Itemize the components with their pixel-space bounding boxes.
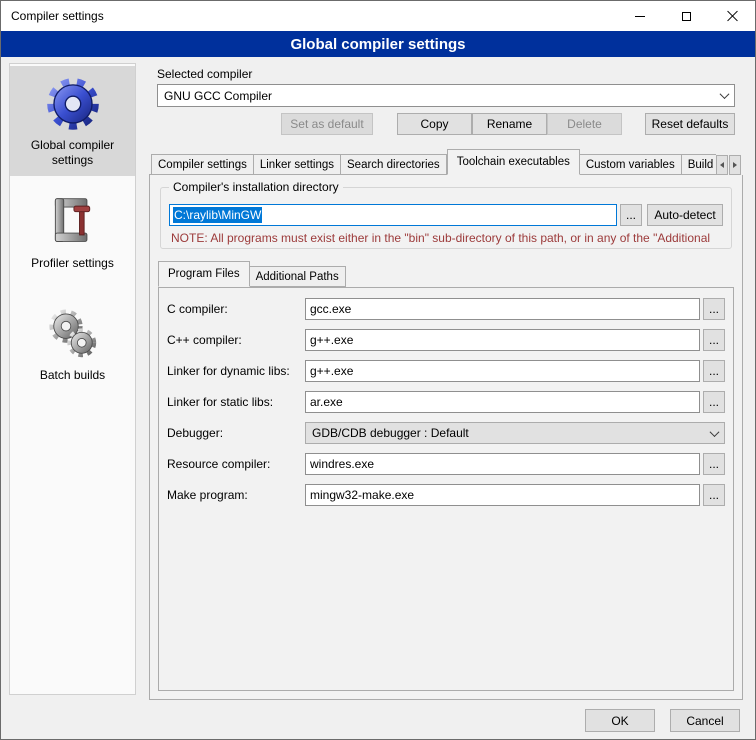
- sidebar-item-global-compiler-settings[interactable]: Global compiler settings: [10, 66, 135, 176]
- static-linker-label: Linker for static libs:: [167, 395, 305, 409]
- batch-builds-icon: [45, 306, 101, 362]
- maximize-button[interactable]: [663, 1, 709, 31]
- profiler-icon: [47, 192, 99, 250]
- resource-compiler-input[interactable]: [305, 453, 700, 475]
- tab-linker-settings[interactable]: Linker settings: [254, 154, 341, 175]
- compiler-combobox-value: GNU GCC Compiler: [164, 89, 272, 103]
- autodetect-button[interactable]: Auto-detect: [647, 204, 723, 226]
- install-dir-row: C:\raylib\MinGW ... Auto-detect: [169, 204, 723, 226]
- dynamic-linker-row: Linker for dynamic libs: ...: [167, 360, 725, 382]
- dialog-body: Global compiler settings: [1, 57, 755, 703]
- minimize-button[interactable]: [617, 1, 663, 31]
- compiler-combobox[interactable]: GNU GCC Compiler: [157, 84, 735, 107]
- static-linker-input[interactable]: [305, 391, 700, 413]
- tab-scroll-right-button[interactable]: [729, 155, 741, 175]
- ok-button[interactable]: OK: [585, 709, 655, 732]
- tab-search-directories[interactable]: Search directories: [341, 154, 447, 175]
- minimize-icon: [635, 16, 645, 17]
- window-title: Compiler settings: [1, 9, 104, 23]
- install-dir-browse-button[interactable]: ...: [620, 204, 642, 226]
- cpp-compiler-input[interactable]: [305, 329, 700, 351]
- chevron-down-icon: [705, 424, 723, 442]
- dynamic-linker-browse-button[interactable]: ...: [703, 360, 725, 382]
- sidebar-item-profiler-settings[interactable]: Profiler settings: [10, 184, 135, 290]
- reset-defaults-button[interactable]: Reset defaults: [645, 113, 735, 135]
- make-program-row: Make program: ...: [167, 484, 725, 506]
- tab-toolchain-executables[interactable]: Toolchain executables: [447, 149, 580, 175]
- resource-compiler-browse-button[interactable]: ...: [703, 453, 725, 475]
- triangle-left-icon: [720, 162, 724, 168]
- debugger-combobox-value: GDB/CDB debugger : Default: [312, 426, 469, 440]
- install-dir-selected-text: C:\raylib\MinGW: [173, 207, 262, 223]
- settings-tab-strip: Compiler settingsLinker settingsSearch d…: [151, 149, 743, 175]
- debugger-label: Debugger:: [167, 426, 305, 440]
- debugger-combobox[interactable]: GDB/CDB debugger : Default: [305, 422, 725, 444]
- static-linker-browse-button[interactable]: ...: [703, 391, 725, 413]
- make-program-browse-button[interactable]: ...: [703, 484, 725, 506]
- tab-program-files[interactable]: Program Files: [158, 261, 250, 287]
- debugger-row: Debugger: GDB/CDB debugger : Default: [167, 422, 725, 444]
- tab-scroll-left-button[interactable]: [716, 155, 728, 175]
- tab-scroll-buttons: [716, 154, 743, 175]
- set-as-default-button[interactable]: Set as default: [281, 113, 373, 135]
- c-compiler-row: C compiler: ...: [167, 298, 725, 320]
- titlebar: Compiler settings: [1, 1, 755, 31]
- main-panel: Selected compiler GNU GCC Compiler Set a…: [149, 57, 743, 703]
- maximize-icon: [682, 12, 691, 21]
- resource-compiler-label: Resource compiler:: [167, 457, 305, 471]
- c-compiler-input[interactable]: [305, 298, 700, 320]
- tab-additional-paths[interactable]: Additional Paths: [250, 266, 346, 287]
- c-compiler-browse-button[interactable]: ...: [703, 298, 725, 320]
- sidebar-item-label: Global compiler settings: [12, 138, 133, 168]
- sidebar-item-label: Profiler settings: [31, 256, 114, 271]
- install-dir-legend: Compiler's installation directory: [169, 180, 343, 194]
- sidebar-item-label: Batch builds: [40, 368, 105, 383]
- static-linker-row: Linker for static libs: ...: [167, 391, 725, 413]
- install-dir-input[interactable]: C:\raylib\MinGW: [169, 204, 617, 226]
- close-icon: [726, 10, 738, 22]
- triangle-right-icon: [733, 162, 737, 168]
- dialog-banner: Global compiler settings: [1, 31, 755, 57]
- make-program-label: Make program:: [167, 488, 305, 502]
- install-dir-groupbox: Compiler's installation directory C:\ray…: [160, 187, 732, 249]
- cancel-button[interactable]: Cancel: [670, 709, 740, 732]
- rename-button[interactable]: Rename: [472, 113, 547, 135]
- toolchain-executables-panel: Compiler's installation directory C:\ray…: [149, 174, 743, 700]
- program-files-panel: C compiler: ... C++ compiler: ... Linker…: [158, 287, 734, 691]
- tab-custom-variables[interactable]: Custom variables: [580, 154, 682, 175]
- compiler-settings-window: Compiler settings Global compiler settin…: [0, 0, 756, 740]
- close-button[interactable]: [709, 1, 755, 31]
- install-dir-note: NOTE: All programs must exist either in …: [171, 231, 723, 245]
- dynamic-linker-label: Linker for dynamic libs:: [167, 364, 305, 378]
- program-tab-strip: Program FilesAdditional Paths: [158, 261, 742, 287]
- compiler-actions: Set as default Copy Rename Delete Reset …: [157, 113, 735, 135]
- copy-button[interactable]: Copy: [397, 113, 472, 135]
- cpp-compiler-label: C++ compiler:: [167, 333, 305, 347]
- cpp-compiler-browse-button[interactable]: ...: [703, 329, 725, 351]
- banner-title: Global compiler settings: [290, 36, 465, 53]
- tab-build[interactable]: Build: [682, 154, 721, 175]
- dynamic-linker-input[interactable]: [305, 360, 700, 382]
- resource-compiler-row: Resource compiler: ...: [167, 453, 725, 475]
- selected-compiler-label: Selected compiler: [157, 67, 735, 82]
- make-program-input[interactable]: [305, 484, 700, 506]
- delete-button[interactable]: Delete: [547, 113, 622, 135]
- c-compiler-label: C compiler:: [167, 302, 305, 316]
- window-controls: [617, 1, 755, 31]
- cpp-compiler-row: C++ compiler: ...: [167, 329, 725, 351]
- gear-icon: [42, 74, 104, 132]
- tab-compiler-settings[interactable]: Compiler settings: [151, 154, 254, 175]
- sidebar: Global compiler settings: [9, 63, 136, 695]
- chevron-down-icon: [715, 86, 733, 105]
- sidebar-item-batch-builds[interactable]: Batch builds: [10, 298, 135, 404]
